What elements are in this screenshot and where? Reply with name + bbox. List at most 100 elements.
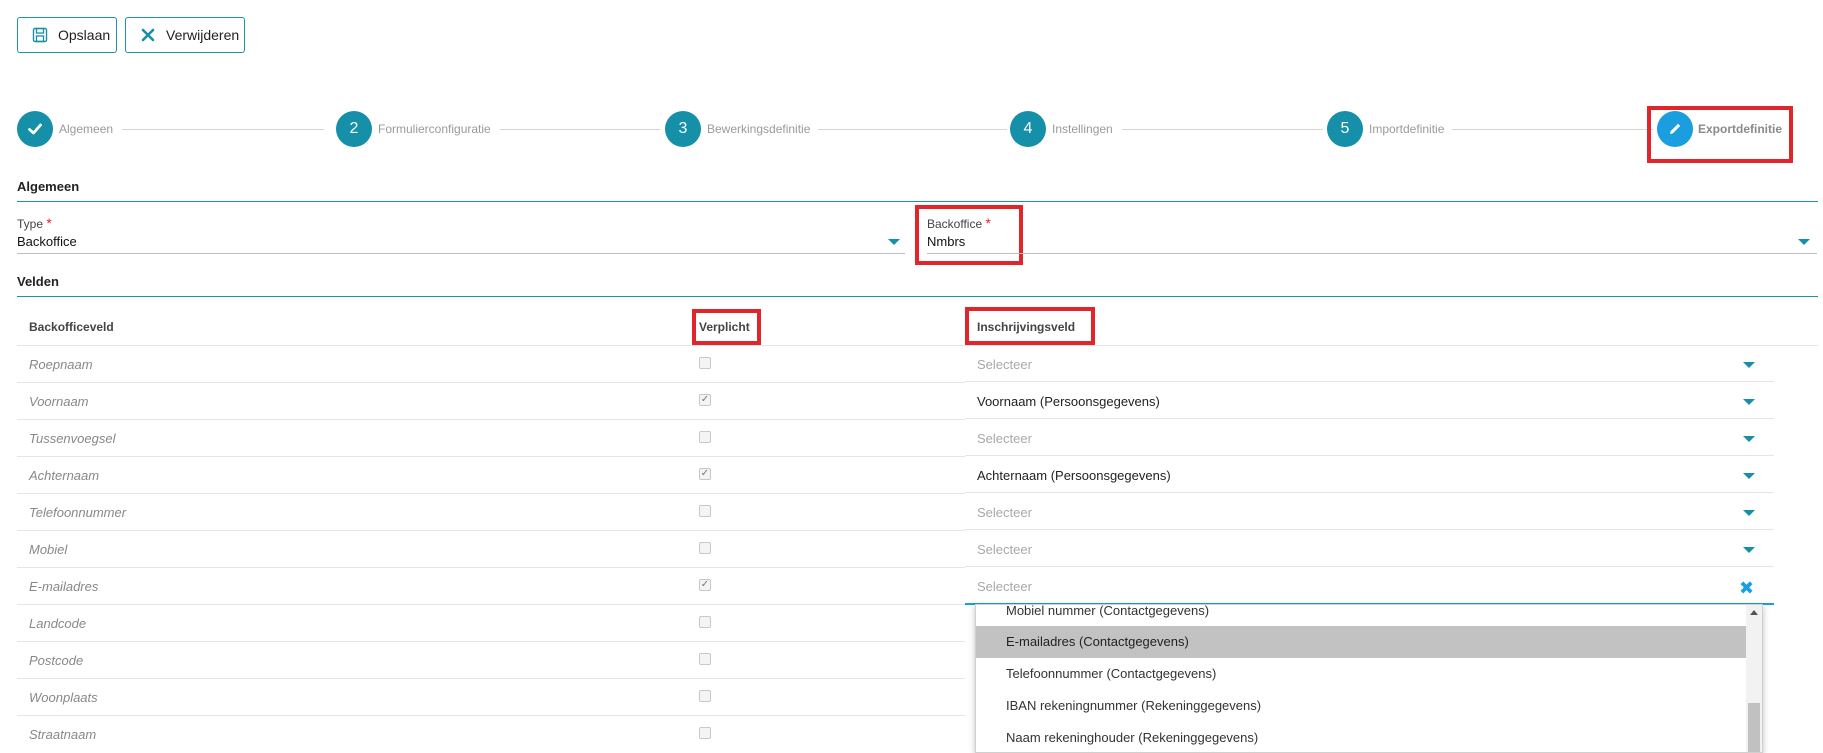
step-label-exportdefinitie[interactable]: Exportdefinitie — [1698, 122, 1782, 136]
step-connector — [1452, 129, 1653, 130]
registration-dropdown[interactable]: Mobiel nummer (Contactgegevens) E-mailad… — [975, 604, 1763, 753]
row-label: Achternaam — [29, 468, 100, 483]
save-icon — [32, 27, 48, 43]
required-checkbox[interactable] — [699, 727, 711, 739]
required-checkbox-checked[interactable]: ✓ — [699, 394, 711, 406]
chevron-down-icon[interactable] — [1743, 510, 1755, 516]
registration-select[interactable]: Selecteer — [977, 542, 1032, 557]
select-underline — [965, 381, 1774, 382]
backoffice-select-value[interactable]: Nmbrs — [927, 234, 965, 249]
row-divider — [17, 715, 965, 716]
type-label: Type * — [17, 215, 52, 231]
row-divider — [17, 493, 965, 494]
step-label-instellingen[interactable]: Instellingen — [1052, 122, 1113, 136]
required-asterisk: * — [985, 215, 991, 231]
dropdown-option[interactable]: Telefoonnummer (Contactgegevens) — [976, 658, 1746, 690]
dropdown-option[interactable]: Naam rekeninghouder (Rekeninggegevens) — [976, 722, 1746, 752]
step-exportdefinitie[interactable] — [1657, 111, 1693, 147]
column-header-backofficeveld: Backofficeveld — [29, 320, 114, 334]
close-icon — [141, 28, 155, 42]
step-connector — [122, 129, 324, 130]
section-title-velden: Velden — [17, 274, 59, 289]
row-divider — [17, 641, 965, 642]
step-label-bewerkingsdefinitie[interactable]: Bewerkingsdefinitie — [707, 122, 810, 136]
table-header-divider — [17, 345, 1818, 346]
chevron-down-icon[interactable] — [1743, 399, 1755, 405]
chevron-down-icon[interactable] — [1743, 547, 1755, 553]
check-icon — [28, 123, 42, 135]
required-checkbox[interactable] — [699, 431, 711, 443]
required-checkbox[interactable] — [699, 616, 711, 628]
column-header-inschrijvingsveld: Inschrijvingsveld — [977, 320, 1076, 334]
backoffice-select-underline — [927, 253, 1817, 254]
backoffice-label: Backoffice * — [927, 215, 991, 231]
step-formulierconfiguratie[interactable]: 2 — [336, 111, 372, 147]
row-divider — [17, 604, 965, 605]
pencil-icon — [1670, 123, 1681, 134]
save-button-label: Opslaan — [58, 27, 111, 43]
column-header-verplicht: Verplicht — [699, 320, 750, 334]
type-select-value[interactable]: Backoffice — [17, 234, 77, 249]
chevron-down-icon[interactable] — [1743, 436, 1755, 442]
registration-select[interactable]: Voornaam (Persoonsgegevens) — [977, 394, 1160, 409]
required-asterisk: * — [46, 215, 52, 231]
select-underline — [965, 455, 1774, 456]
row-divider — [17, 567, 965, 568]
dropdown-scrollbar[interactable] — [1746, 605, 1762, 752]
step-connector — [500, 129, 660, 130]
row-label: Telefoonnummer — [29, 505, 127, 520]
save-button[interactable]: Opslaan — [17, 17, 117, 53]
row-label: Woonplaats — [29, 690, 98, 705]
required-checkbox[interactable] — [699, 505, 711, 517]
section-divider — [17, 296, 1818, 297]
dropdown-option-highlighted[interactable]: E-mailadres (Contactgegevens) — [976, 626, 1746, 658]
row-label: Mobiel — [29, 542, 68, 557]
registration-select[interactable]: Selecteer — [977, 505, 1032, 520]
chevron-down-icon[interactable] — [1743, 362, 1755, 368]
chevron-down-icon[interactable] — [1743, 473, 1755, 479]
row-label: Roepnaam — [29, 357, 93, 372]
required-checkbox-checked[interactable]: ✓ — [699, 468, 711, 480]
select-underline — [965, 566, 1774, 567]
select-underline — [965, 418, 1774, 419]
scroll-up-arrow-icon[interactable] — [1750, 610, 1758, 615]
required-checkbox[interactable] — [699, 357, 711, 369]
registration-select[interactable]: Achternaam (Persoonsgegevens) — [977, 468, 1171, 483]
row-divider — [17, 530, 965, 531]
select-underline — [965, 529, 1774, 530]
required-checkbox[interactable] — [699, 542, 711, 554]
step-label-formulierconfiguratie[interactable]: Formulierconfiguratie — [378, 122, 491, 136]
registration-select[interactable]: Selecteer — [977, 357, 1032, 372]
row-divider — [17, 456, 965, 457]
scrollbar-thumb[interactable] — [1748, 703, 1760, 752]
required-checkbox-checked[interactable]: ✓ — [699, 579, 711, 591]
type-select-underline — [17, 253, 905, 254]
dropdown-option[interactable]: Mobiel nummer (Contactgegevens) — [976, 605, 1746, 627]
row-label: Postcode — [29, 653, 84, 668]
row-label: Voornaam — [29, 394, 89, 409]
registration-select[interactable]: Selecteer — [977, 431, 1032, 446]
section-title-algemeen: Algemeen — [17, 179, 80, 194]
select-underline — [965, 492, 1774, 493]
delete-button-label: Verwijderen — [166, 27, 240, 43]
delete-button[interactable]: Verwijderen — [125, 17, 245, 53]
chevron-down-icon[interactable] — [1798, 239, 1810, 245]
row-divider — [17, 678, 965, 679]
step-label-importdefinitie[interactable]: Importdefinitie — [1369, 122, 1444, 136]
required-checkbox[interactable] — [699, 653, 711, 665]
section-divider — [17, 201, 1818, 202]
step-label-algemeen[interactable]: Algemeen — [59, 122, 113, 136]
chevron-down-icon[interactable] — [888, 239, 900, 245]
clear-icon[interactable]: ✖ — [1739, 578, 1754, 599]
step-connector — [818, 129, 1007, 130]
step-algemeen-check[interactable] — [17, 111, 53, 147]
step-importdefinitie[interactable]: 5 — [1327, 111, 1363, 147]
step-connector — [1122, 129, 1323, 130]
registration-select-open[interactable]: Selecteer — [977, 579, 1032, 594]
row-label: Tussenvoegsel — [29, 431, 116, 446]
row-label: Landcode — [29, 616, 87, 631]
step-instellingen[interactable]: 4 — [1010, 111, 1046, 147]
dropdown-option[interactable]: IBAN rekeningnummer (Rekeninggegevens) — [976, 690, 1746, 722]
step-bewerkingsdefinitie[interactable]: 3 — [665, 111, 701, 147]
required-checkbox[interactable] — [699, 690, 711, 702]
